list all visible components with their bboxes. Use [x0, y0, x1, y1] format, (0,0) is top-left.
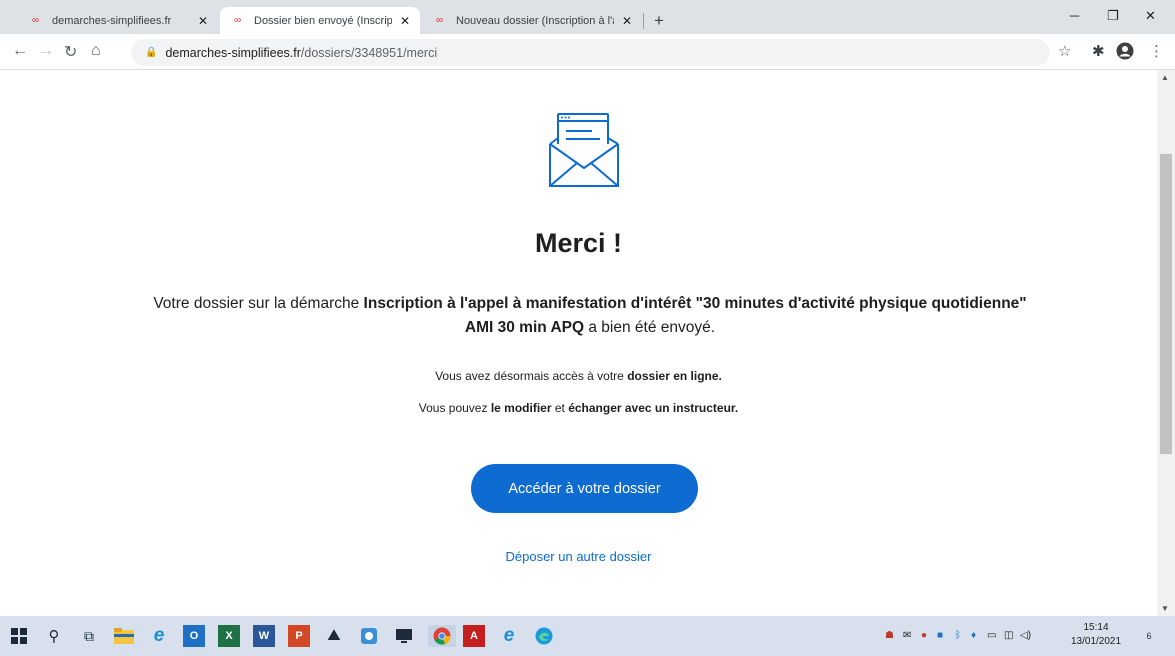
tab-nouveau-dossier[interactable]: ∞ Nouveau dossier (Inscription à l'a ✕ — [422, 7, 642, 34]
page-scrollbar[interactable]: ▲ ▼ — [1157, 70, 1175, 616]
app-icon[interactable] — [358, 625, 380, 647]
tray-bluetooth-icon[interactable]: ᛒ — [955, 630, 961, 641]
back-arrow-icon[interactable]: ← — [12, 42, 28, 60]
search-icon[interactable]: ⚲ — [43, 625, 65, 647]
tab-title: demarches-simplifiees.fr — [52, 14, 172, 27]
reload-icon[interactable]: ↻ — [64, 42, 77, 62]
file-explorer-icon[interactable] — [113, 625, 135, 647]
message-suffix: a bien été envoyé. — [584, 319, 716, 336]
new-tab-button[interactable]: + — [654, 11, 664, 31]
profile-avatar-icon[interactable] — [1116, 42, 1134, 64]
internet-explorer-icon[interactable]: e — [498, 625, 520, 647]
edit-prefix: Vous pouvez — [418, 401, 491, 415]
edit-middle: et — [551, 401, 569, 415]
url-domain: demarches-simplifiees.fr — [165, 45, 301, 60]
restore-icon[interactable]: ❐ — [1107, 8, 1119, 24]
internet-explorer-icon[interactable]: e — [148, 625, 170, 647]
close-icon[interactable]: ✕ — [622, 14, 632, 28]
taskbar-clock[interactable]: 15:14 13/01/2021 — [1071, 621, 1121, 649]
access-text: Vous avez désormais accès à votre — [435, 369, 628, 383]
powerpoint-icon[interactable]: P — [288, 625, 310, 647]
infinity-icon: ∞ — [32, 15, 39, 26]
scroll-down-arrow-icon[interactable]: ▼ — [1161, 604, 1169, 613]
scroll-up-arrow-icon[interactable]: ▲ — [1161, 73, 1169, 82]
clock-date: 13/01/2021 — [1071, 636, 1122, 647]
tray-mail-icon[interactable]: ✉ — [903, 630, 911, 641]
notification-count: 6 — [1146, 631, 1152, 641]
lock-icon: 🔒 — [145, 47, 158, 58]
message-prefix: Votre dossier sur la démarche — [153, 295, 364, 312]
access-dossier-button[interactable]: Accéder à votre dossier — [471, 464, 698, 513]
page-title: Merci ! — [534, 228, 623, 258]
new-dossier-link[interactable]: Déposer un autre dossier — [0, 549, 1157, 564]
edit-info: Vous pouvez le modifier et échanger avec… — [0, 401, 1157, 415]
tray-volume-icon[interactable]: ◁) — [1020, 630, 1031, 641]
tray-app-icon[interactable]: ● — [921, 630, 927, 641]
windows-start-icon[interactable] — [8, 625, 30, 647]
access-bold: dossier en ligne. — [627, 369, 722, 383]
tab-dossier-envoye[interactable]: ∞ Dossier bien envoyé (Inscription ✕ — [220, 7, 420, 34]
infinity-icon: ∞ — [234, 15, 241, 26]
tray-wifi-icon[interactable]: ◫ — [1004, 630, 1013, 641]
bookmark-star-icon[interactable]: ☆ — [1058, 42, 1071, 60]
url-path: /dossiers/3348951/merci — [300, 45, 438, 60]
window-close-icon[interactable]: ✕ — [1145, 8, 1156, 24]
tab-demarches[interactable]: ∞ demarches-simplifiees.fr ✕ — [18, 7, 218, 34]
browser-tab-bar: ∞ demarches-simplifiees.fr ✕ ∞ Dossier b… — [0, 0, 1175, 34]
tab-separator — [643, 13, 644, 29]
windows-taskbar: ⚲ ⧉ e O X W P ⛰ A e ☗ ✉ ● ■ ᛒ ♦ ▭ ◫ ◁) 1… — [0, 616, 1175, 656]
clock-time: 15:14 — [1083, 622, 1109, 633]
tab-title: Dossier bien envoyé (Inscription — [254, 14, 392, 27]
acrobat-icon[interactable]: A — [463, 625, 485, 647]
scrollbar-thumb[interactable] — [1160, 154, 1172, 454]
monitor-app-icon[interactable] — [393, 625, 415, 647]
forward-arrow-icon[interactable]: → — [38, 42, 54, 60]
tab-title: Nouveau dossier (Inscription à l'a — [456, 14, 614, 27]
edit-bold-exchange: échanger avec un instructeur. — [568, 401, 739, 415]
close-icon[interactable]: ✕ — [198, 14, 208, 28]
notification-center-icon[interactable]: 6 — [1138, 625, 1160, 647]
chrome-icon[interactable] — [428, 625, 456, 647]
infinity-icon: ∞ — [436, 15, 443, 26]
online-access-info: Vous avez désormais accès à votre dossie… — [0, 369, 1157, 383]
extensions-puzzle-icon[interactable]: ✱ — [1092, 42, 1105, 60]
browser-toolbar: ← → ↻ ⌂ 🔒 demarches-simplifiees.fr/dossi… — [0, 34, 1175, 70]
address-bar[interactable]: 🔒 demarches-simplifiees.fr/dossiers/3348… — [131, 39, 1050, 66]
envelope-letter-icon — [549, 113, 619, 187]
minimize-icon[interactable]: ─ — [1070, 8, 1079, 23]
excel-icon[interactable]: X — [218, 625, 240, 647]
home-icon[interactable]: ⌂ — [91, 42, 101, 60]
tray-microphone-icon[interactable]: ♦ — [971, 630, 976, 641]
tray-battery-icon[interactable]: ▭ — [987, 630, 996, 641]
edge-icon[interactable] — [533, 625, 555, 647]
tray-network-icon[interactable]: ☗ — [885, 630, 894, 641]
photos-icon[interactable]: ⛰ — [323, 625, 345, 647]
page-content: Merci ! Votre dossier sur la démarche In… — [0, 70, 1157, 616]
word-icon[interactable]: W — [253, 625, 275, 647]
menu-kebab-icon[interactable]: ⋮ — [1149, 42, 1164, 60]
close-icon[interactable]: ✕ — [400, 14, 410, 28]
tray-outlook-icon[interactable]: ■ — [937, 630, 943, 641]
outlook-icon[interactable]: O — [183, 625, 205, 647]
edit-bold-modify: le modifier — [490, 401, 552, 415]
task-view-icon[interactable]: ⧉ — [78, 625, 100, 647]
confirmation-message: Votre dossier sur la démarche Inscriptio… — [150, 292, 1030, 340]
